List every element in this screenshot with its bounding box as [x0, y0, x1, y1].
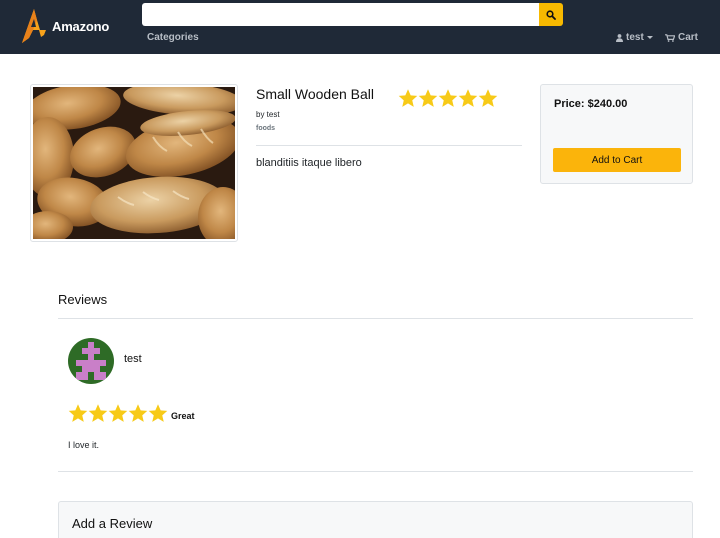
brand-name: Amazono: [52, 18, 110, 34]
product-price: Price: $240.00: [554, 98, 628, 110]
search-icon: [546, 9, 556, 20]
user-menu-dropdown[interactable]: test: [616, 32, 653, 43]
add-review-heading: Add a Review: [72, 516, 153, 531]
product-image: [30, 84, 238, 242]
buy-box: Price: $240.00 Add to Cart: [540, 84, 693, 184]
navbar: Amazono Categories test Cart: [0, 0, 720, 54]
product-rating: [398, 88, 498, 108]
cart-label: Cart: [678, 32, 699, 43]
divider: [58, 471, 693, 472]
user-name: test: [626, 32, 644, 43]
add-to-cart-button[interactable]: Add to Cart: [553, 148, 681, 172]
star-icon: [478, 89, 498, 107]
search-bar: [142, 3, 563, 26]
star-icon: [108, 404, 128, 422]
review-body: I love it.: [68, 440, 100, 450]
brand-link[interactable]: Amazono: [20, 8, 109, 44]
nav-categories-link[interactable]: Categories: [147, 32, 199, 43]
star-icon: [458, 89, 478, 107]
star-icon: [398, 89, 418, 107]
divider: [58, 318, 693, 319]
cart-icon: [665, 33, 675, 42]
star-icon: [418, 89, 438, 107]
product-seller: by test: [256, 110, 280, 119]
user-icon: [616, 33, 623, 42]
star-icon: [128, 404, 148, 422]
reviews-heading: Reviews: [58, 292, 108, 307]
star-icon: [68, 404, 88, 422]
nav-categories-label: Categories: [147, 32, 199, 43]
product-title: Small Wooden Ball: [256, 86, 375, 102]
product-description: blanditiis itaque libero: [256, 157, 362, 169]
review-rating: [68, 403, 168, 423]
avatar-identicon: [68, 338, 114, 384]
divider: [256, 145, 522, 146]
avatar: [68, 338, 114, 384]
review-title: Great: [171, 411, 195, 421]
cart-link[interactable]: Cart: [665, 32, 698, 43]
amazono-logo-icon: [22, 9, 46, 43]
star-icon: [88, 404, 108, 422]
review-author: test: [124, 353, 142, 365]
bread-loaves-photo: [33, 87, 235, 239]
add-review-card: Add a Review: [58, 501, 693, 538]
star-icon: [148, 404, 168, 422]
search-button[interactable]: [539, 3, 563, 26]
search-input[interactable]: [142, 3, 539, 26]
product-category-link[interactable]: foods: [256, 125, 275, 132]
star-icon: [438, 89, 458, 107]
chevron-down-icon: [646, 36, 653, 39]
